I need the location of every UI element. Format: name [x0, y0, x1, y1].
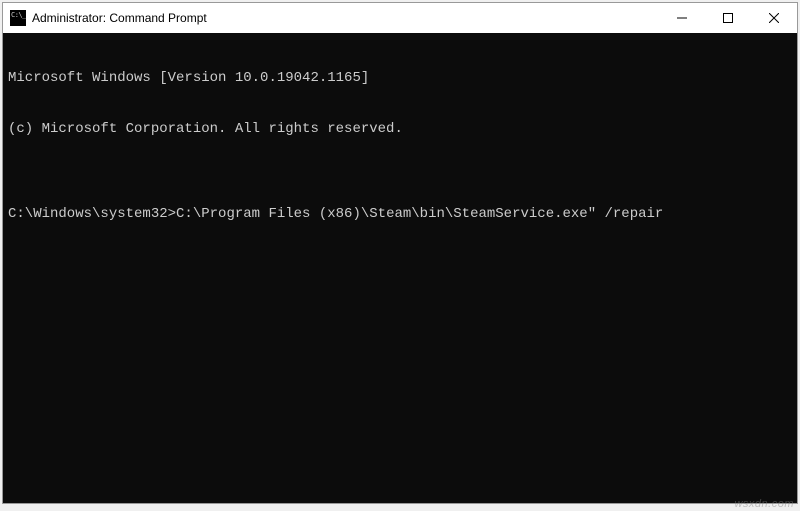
minimize-button[interactable]: [659, 3, 705, 33]
window-controls: [659, 3, 797, 33]
prompt-line: C:\Windows\system32>C:\Program Files (x8…: [8, 206, 792, 223]
window-title: Administrator: Command Prompt: [32, 11, 659, 25]
terminal-output: (c) Microsoft Corporation. All rights re…: [8, 121, 792, 138]
terminal-area[interactable]: Microsoft Windows [Version 10.0.19042.11…: [3, 33, 797, 503]
titlebar[interactable]: Administrator: Command Prompt: [3, 3, 797, 33]
command-prompt-window: Administrator: Command Prompt Microsoft: [2, 2, 798, 504]
minimize-icon: [677, 13, 687, 23]
close-icon: [769, 13, 779, 23]
terminal-output: Microsoft Windows [Version 10.0.19042.11…: [8, 70, 792, 87]
command-input[interactable]: C:\Program Files (x86)\Steam\bin\SteamSe…: [176, 206, 663, 223]
cmd-icon: [10, 10, 26, 26]
maximize-icon: [723, 13, 733, 23]
close-button[interactable]: [751, 3, 797, 33]
watermark-text: wsxdn.com: [734, 498, 794, 510]
maximize-button[interactable]: [705, 3, 751, 33]
prompt-path: C:\Windows\system32>: [8, 206, 176, 223]
